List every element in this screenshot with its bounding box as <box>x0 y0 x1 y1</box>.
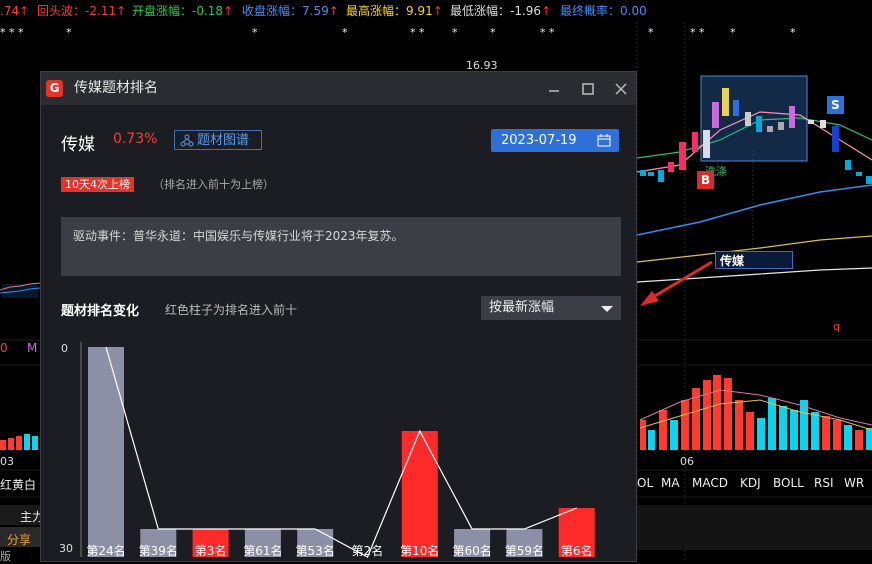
rank-category-label: 第6名 <box>561 543 593 558</box>
sort-dropdown[interactable]: 按最新涨幅 <box>481 296 621 320</box>
rank-category-label: 第10名 <box>400 543 439 558</box>
network-icon <box>180 134 194 147</box>
stat-text: .74 <box>0 4 20 18</box>
date-axis-label: 06 <box>680 455 694 468</box>
arrow-up-icon: ↑ <box>541 4 552 18</box>
stat-item: .74↑ <box>0 0 29 22</box>
svg-text:*: * <box>342 26 348 39</box>
indicator-tab-kdj[interactable]: KDJ <box>740 476 761 490</box>
svg-text:*: * <box>252 26 258 39</box>
q-marker: q <box>833 320 840 333</box>
stat-text: 最低涨幅：-1.96 <box>450 4 542 18</box>
rank-change-title: 题材排名变化 <box>61 304 140 319</box>
topic-map-button[interactable]: 题材图谱 <box>174 130 262 150</box>
rank-bar[interactable] <box>401 431 438 557</box>
rank-change-subtitle: 红色柱子为排名进入前十 <box>165 303 298 317</box>
rank-category-label: 第2名 <box>352 543 384 558</box>
topic-callout: 传媒 <box>715 251 793 269</box>
rank-category-label: 第39名 <box>139 543 178 558</box>
close-icon[interactable] <box>606 72 636 105</box>
indicator-tab-vol[interactable]: OL <box>637 476 653 490</box>
stat-item: 回头波：-2.11↑ <box>37 0 126 22</box>
driver-event-text: 驱动事件：普华永道：中国娱乐与传媒行业将于2023年复苏。 <box>73 229 404 243</box>
left-share-label[interactable]: 分享 <box>7 531 31 548</box>
buy-marker: B <box>697 171 714 189</box>
svg-text:*: * <box>648 26 654 39</box>
svg-text:* *: * * <box>690 26 705 39</box>
left-indicator-label[interactable]: 红黄白 <box>0 476 36 493</box>
svg-text:*: * <box>452 26 458 39</box>
stat-text: 最高涨幅：9.91 <box>346 4 433 18</box>
stat-item: 收盘涨幅：7.59↑ <box>242 0 339 22</box>
stat-text: 收盘涨幅：7.59 <box>242 4 329 18</box>
stat-text: 最终概率：0.00 <box>560 4 647 18</box>
rank-category-label: 第59名 <box>505 543 544 558</box>
chevron-down-icon <box>601 306 613 312</box>
left-zero-label: 0 <box>0 341 8 355</box>
rank-trend-line <box>105 346 577 558</box>
sell-marker: S <box>827 96 844 114</box>
rank-note: （排名进入前十为上榜） <box>153 178 274 191</box>
stat-item: 最终概率：0.00 <box>560 0 647 22</box>
arrow-up-icon: ↑ <box>432 4 443 18</box>
date-value: 2023-07-19 <box>501 133 577 148</box>
stat-text: 开盘涨幅：-0.18 <box>132 4 224 18</box>
left-m-label: M <box>27 341 38 355</box>
arrow-up-icon: ↑ <box>116 4 127 18</box>
svg-text:*: * <box>66 26 72 39</box>
indicator-tab-boll[interactable]: BOLL <box>773 476 804 490</box>
indicator-tab-ma[interactable]: MA <box>661 476 680 490</box>
stat-item: 最高涨幅：9.91↑ <box>346 0 443 22</box>
sort-value: 按最新涨幅 <box>489 300 555 315</box>
indicator-tab-macd[interactable]: MACD <box>692 476 728 490</box>
rank-bar[interactable] <box>88 347 124 557</box>
stat-item: 开盘涨幅：-0.18↑ <box>132 0 233 22</box>
svg-text:*: * <box>490 26 496 39</box>
arrow-up-icon: ↑ <box>223 4 234 18</box>
dialog-title: 传媒题材排名 <box>74 80 158 96</box>
maximize-icon[interactable] <box>573 72 603 105</box>
svg-text:* * *: * * * <box>0 26 24 39</box>
indicator-tab-rsi[interactable]: RSI <box>814 476 834 490</box>
left-date-label: 03 <box>0 455 14 468</box>
svg-text:*: * <box>730 26 736 39</box>
indicator-tab-wr[interactable]: WR <box>844 476 864 490</box>
dialog-titlebar[interactable]: G 传媒题材排名 <box>41 72 636 105</box>
stat-item: 最低涨幅：-1.96↑ <box>450 0 551 22</box>
svg-text:* *: * * <box>540 26 555 39</box>
rank-category-label: 第61名 <box>243 543 282 558</box>
topic-name: 传媒 <box>61 135 95 155</box>
stats-bar: .74↑ 回头波：-2.11↑ 开盘涨幅：-0.18↑ 收盘涨幅：7.59↑ 最高涨幅：… <box>0 0 872 22</box>
rank-bar-chart: 第24名 第39名 第3名 第61名 第53名 第2名 第10名 第60名 第59名 第6名 <box>80 342 595 558</box>
calendar-icon <box>597 134 611 147</box>
rank-category-label: 第53名 <box>296 543 335 558</box>
topic-map-label: 题材图谱 <box>197 133 250 148</box>
topic-ranking-dialog: G 传媒题材排名 传媒 0.73% 题材图谱 2023-07-19 10天4次上… <box>40 71 637 562</box>
rank-count-badge: 10天4次上榜 <box>61 177 134 192</box>
minimize-icon[interactable] <box>539 72 569 105</box>
stat-text: 回头波：-2.11 <box>37 4 117 18</box>
app-logo-icon: G <box>46 80 63 97</box>
svg-text:*: * <box>790 26 796 39</box>
arrow-up-icon: ↑ <box>328 4 339 18</box>
svg-text:* *: * * <box>410 26 425 39</box>
rank-category-label: 第24名 <box>86 543 125 558</box>
rank-category-label: 第60名 <box>452 543 491 558</box>
topic-change-percent: 0.73% <box>113 131 158 147</box>
date-picker[interactable]: 2023-07-19 <box>491 129 619 152</box>
rank-category-label: 第3名 <box>195 543 227 558</box>
driver-event-box: 驱动事件：普华永道：中国娱乐与传媒行业将于2023年复苏。 <box>61 217 621 276</box>
arrow-up-icon: ↑ <box>19 4 30 18</box>
